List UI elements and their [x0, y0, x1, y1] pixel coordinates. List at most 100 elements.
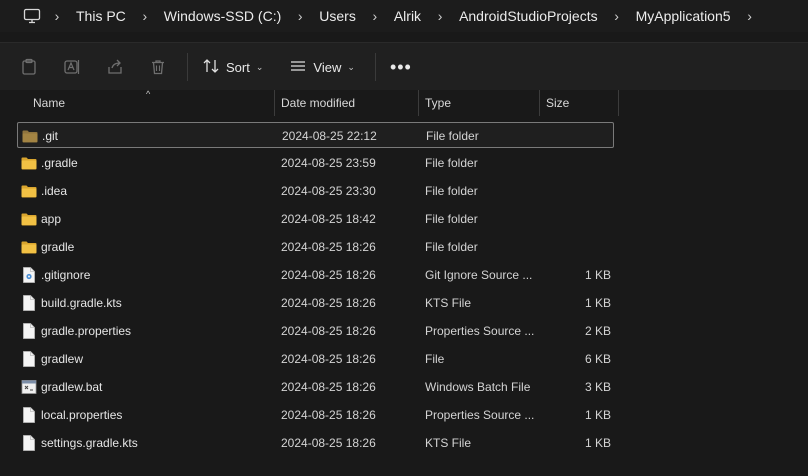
file-row[interactable]: build.gradle.kts 2024-08-25 18:26 KTS Fi…: [17, 290, 614, 316]
toolbar-divider: [374, 53, 376, 81]
file-row[interactable]: .gradle 2024-08-25 23:59 File folder: [17, 150, 614, 176]
breadcrumb-item[interactable]: AndroidStudioProjects: [455, 8, 602, 24]
sort-label: Sort: [226, 59, 250, 75]
file-size: 6 KB: [584, 352, 611, 366]
paste-icon[interactable]: [14, 52, 44, 82]
file-icon: [20, 430, 38, 456]
file-name: .gradle: [41, 156, 78, 170]
column-header: ^ Name Date modified Type Size: [0, 89, 808, 116]
file-date: 2024-08-25 18:42: [281, 212, 376, 226]
file-name: .idea: [41, 184, 68, 198]
chevron-right-icon[interactable]: ›: [285, 8, 315, 24]
file-size: 2 KB: [584, 324, 611, 338]
breadcrumb-item[interactable]: This PC: [72, 8, 130, 24]
file-row[interactable]: .git 2024-08-25 22:12 File folder: [17, 122, 614, 148]
sort-button[interactable]: Sort ⌄: [196, 52, 269, 82]
column-date-modified[interactable]: Date modified: [275, 90, 418, 116]
file-type: Properties Source ...: [425, 408, 535, 422]
file-type: File folder: [425, 156, 478, 170]
file-type: KTS File: [425, 436, 472, 450]
file-date: 2024-08-25 18:26: [281, 268, 376, 282]
file-date: 2024-08-25 18:26: [281, 352, 376, 366]
file-icon: [20, 290, 38, 316]
more-options-button[interactable]: •••: [386, 52, 416, 82]
file-row[interactable]: gradle.properties 2024-08-25 18:26 Prope…: [17, 318, 614, 344]
file-type: File folder: [425, 184, 478, 198]
file-type: Properties Source ...: [425, 324, 535, 338]
toolbar-divider: [187, 53, 188, 81]
file-type: File folder: [425, 240, 478, 254]
file-row[interactable]: gradlew 2024-08-25 18:26 File 6 KB: [17, 346, 614, 372]
column-name[interactable]: Name: [27, 90, 274, 116]
chevron-right-icon[interactable]: ›: [42, 8, 72, 24]
folder-icon: [20, 150, 38, 176]
file-date: 2024-08-25 18:26: [281, 296, 376, 310]
file-name: .git: [42, 129, 59, 143]
delete-icon[interactable]: [143, 52, 173, 82]
file-size: 1 KB: [584, 436, 611, 450]
share-icon[interactable]: [100, 52, 130, 82]
file-date: 2024-08-25 18:26: [281, 408, 376, 422]
file-name: local.properties: [41, 408, 123, 422]
breadcrumb-item[interactable]: Windows-SSD (C:): [160, 8, 285, 24]
file-row[interactable]: local.properties 2024-08-25 18:26 Proper…: [17, 402, 614, 428]
file-row[interactable]: .idea 2024-08-25 23:30 File folder: [17, 178, 614, 204]
file-date: 2024-08-25 18:26: [281, 324, 376, 338]
file-size: 1 KB: [584, 408, 611, 422]
breadcrumb-item[interactable]: Users: [315, 8, 360, 24]
folder-icon: [21, 123, 39, 149]
file-row[interactable]: app 2024-08-25 18:42 File folder: [17, 206, 614, 232]
sort-icon: [202, 57, 220, 78]
file-row[interactable]: gradlew.bat 2024-08-25 18:26 Windows Bat…: [17, 374, 614, 400]
file-row[interactable]: gradle 2024-08-25 18:26 File folder: [17, 234, 614, 260]
file-date: 2024-08-25 23:30: [281, 184, 376, 198]
column-divider[interactable]: [618, 90, 619, 116]
chevron-right-icon[interactable]: ›: [735, 8, 765, 24]
monitor-icon[interactable]: [22, 6, 42, 26]
folder-icon: [20, 206, 38, 232]
chevron-right-icon[interactable]: ›: [425, 8, 455, 24]
chevron-down-icon: ⌄: [255, 61, 264, 72]
view-icon: [289, 57, 307, 78]
breadcrumb-item[interactable]: Alrik: [390, 8, 425, 24]
folder-icon: [20, 178, 38, 204]
chevron-right-icon[interactable]: ›: [360, 8, 390, 24]
view-button[interactable]: View ⌄: [283, 52, 361, 82]
file-row[interactable]: settings.gradle.kts 2024-08-25 18:26 KTS…: [17, 430, 614, 456]
file-size: 1 KB: [584, 268, 611, 282]
file-size: [557, 178, 611, 204]
file-name: gradlew.bat: [41, 380, 103, 394]
file-type: KTS File: [425, 296, 472, 310]
view-label: View: [313, 59, 342, 75]
file-icon: [20, 346, 38, 372]
file-icon: [20, 402, 38, 428]
file-type: File folder: [425, 212, 478, 226]
file-name: gradle.properties: [41, 324, 132, 338]
address-bar[interactable]: › This PC › Windows-SSD (C:) › Users › A…: [0, 0, 808, 32]
file-name: app: [41, 212, 62, 226]
file-name: settings.gradle.kts: [41, 436, 138, 450]
file-size: 3 KB: [584, 380, 611, 394]
file-date: 2024-08-25 18:26: [281, 240, 376, 254]
file-date: 2024-08-25 22:12: [282, 129, 377, 143]
chevron-right-icon[interactable]: ›: [602, 8, 632, 24]
file-date: 2024-08-25 18:26: [281, 380, 376, 394]
rename-icon[interactable]: [57, 52, 87, 82]
file-size: [557, 206, 611, 232]
file-size: [557, 150, 611, 176]
breadcrumb-item[interactable]: MyApplication5: [632, 8, 735, 24]
column-type[interactable]: Type: [419, 90, 539, 116]
file-icon: [20, 318, 38, 344]
chevron-right-icon[interactable]: ›: [130, 8, 160, 24]
gitignore-file-icon: [20, 262, 38, 288]
chevron-down-icon: ⌄: [347, 61, 355, 72]
file-name: gradlew: [41, 352, 84, 366]
file-type: Windows Batch File: [425, 380, 531, 394]
batch-file-icon: [20, 374, 38, 400]
file-type: File folder: [426, 129, 479, 143]
column-size[interactable]: Size: [540, 90, 618, 116]
file-name: .gitignore: [41, 268, 91, 282]
file-type: Git Ignore Source ...: [425, 268, 533, 282]
file-row[interactable]: .gitignore 2024-08-25 18:26 Git Ignore S…: [17, 262, 614, 288]
folder-icon: [20, 234, 38, 260]
